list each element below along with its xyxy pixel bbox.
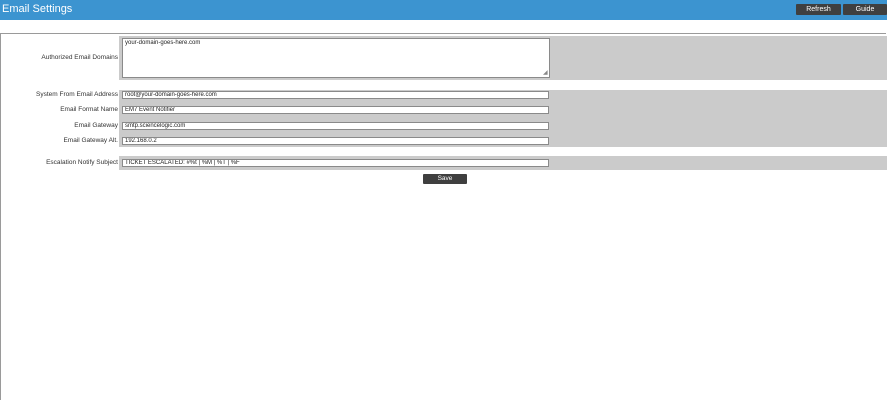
authorized-domains-label: Authorized Email Domains — [41, 54, 118, 61]
gateway-value: smtp.sciencelogic.com — [125, 123, 186, 129]
guide-button[interactable]: Guide — [843, 4, 887, 15]
save-button[interactable]: Save — [423, 174, 467, 184]
gateway-input[interactable]: smtp.sciencelogic.com — [122, 122, 549, 130]
format-name-input[interactable]: EM7 Event Notifier — [122, 106, 549, 114]
escalation-subject-value: TICKET ESCALATED: #%t | %M | %T | %F — [125, 160, 240, 166]
escalation-subject-label: Escalation Notify Subject — [46, 159, 118, 166]
gateway-label: Email Gateway — [74, 122, 118, 129]
refresh-button[interactable]: Refresh — [796, 4, 841, 15]
gateway-alt-value: 192.168.0.2 — [125, 138, 157, 144]
from-address-label: System From Email Address — [36, 91, 118, 98]
from-address-value: root@your-domain-goes-here.com — [125, 92, 217, 98]
resize-grip-icon[interactable]: ◢ — [543, 70, 548, 76]
escalation-subject-input[interactable]: TICKET ESCALATED: #%t | %M | %T | %F — [122, 159, 549, 167]
format-name-value: EM7 Event Notifier — [125, 107, 176, 113]
authorized-domains-textarea[interactable]: your-domain-goes-here.com ◢ — [122, 38, 550, 78]
page-header: Email Settings Refresh Guide — [0, 0, 887, 20]
format-name-label: Email Format Name — [60, 106, 118, 113]
settings-panel — [0, 33, 886, 400]
from-address-input[interactable]: root@your-domain-goes-here.com — [122, 91, 549, 99]
gateway-alt-input[interactable]: 192.168.0.2 — [122, 137, 549, 145]
gateway-alt-label: Email Gateway Alt. — [63, 137, 118, 144]
authorized-domains-value: your-domain-goes-here.com — [125, 40, 201, 46]
page-title: Email Settings — [2, 3, 73, 15]
